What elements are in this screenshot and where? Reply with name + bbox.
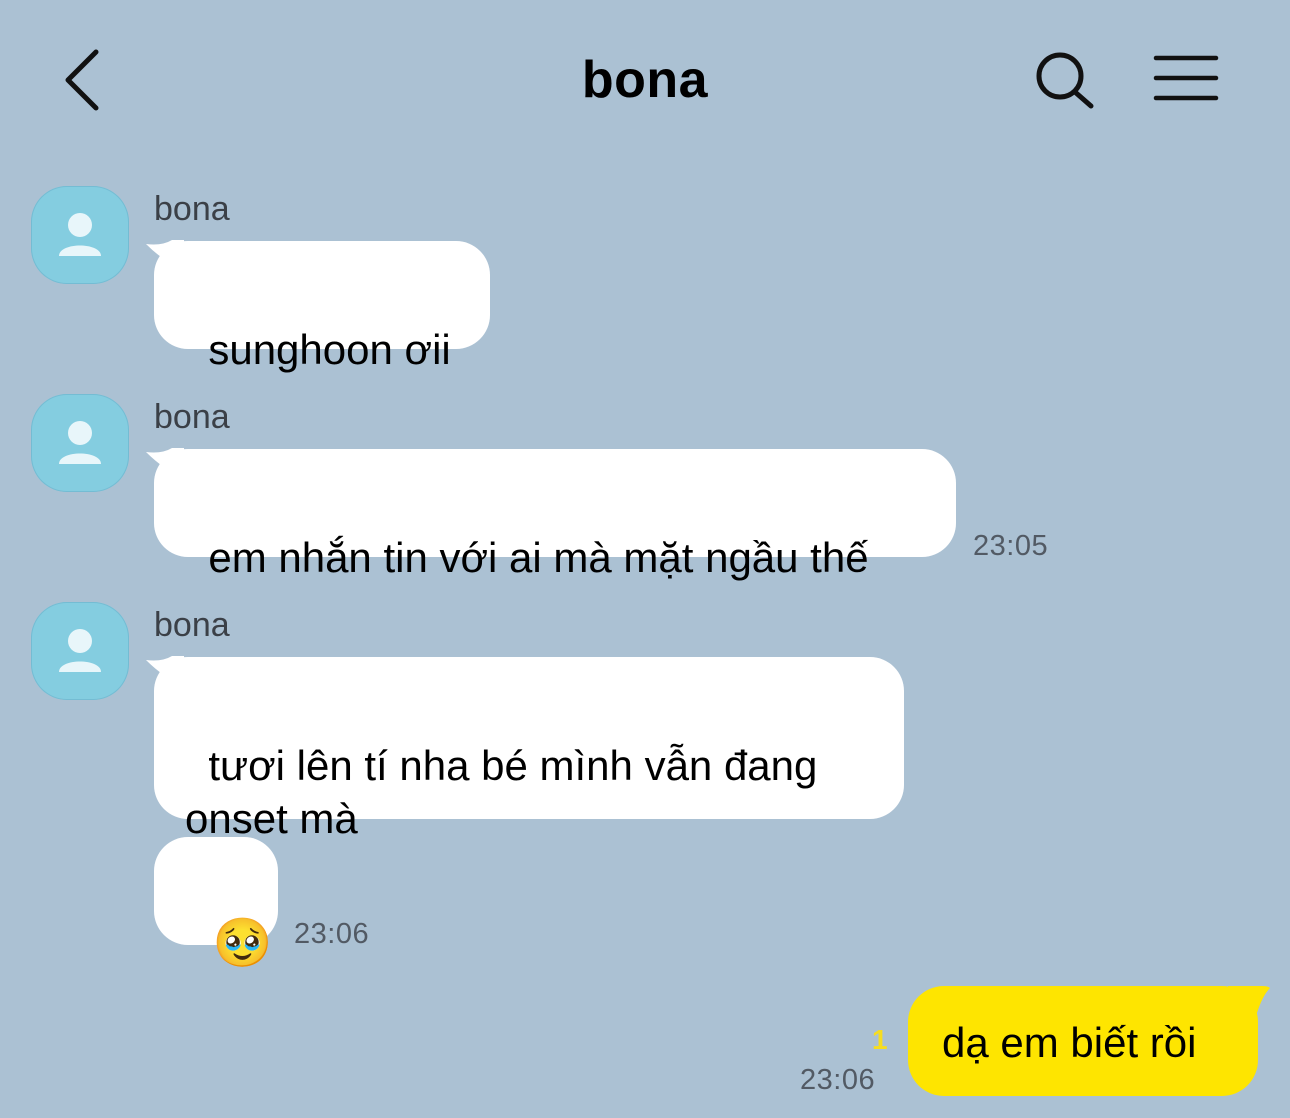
message-time: 23:06	[800, 1064, 876, 1096]
message-bubble[interactable]: tươi lên tí nha bé mình vẫn đang onset m…	[154, 657, 904, 842]
pleading-face-emoji: 🥹	[212, 917, 273, 970]
message-text: em nhắn tin với ai mà mặt ngầu thế	[208, 534, 869, 581]
user-silhouette-icon	[59, 629, 101, 672]
message-text: dạ em biết rồi	[942, 1019, 1197, 1066]
menu-button[interactable]	[1148, 50, 1224, 110]
message-time: 23:05	[973, 530, 1049, 562]
my-message-bubble[interactable]: dạ em biết rồi	[908, 986, 1258, 1096]
emoji-bubble[interactable]: 🥹	[154, 837, 278, 970]
sender-name: bona	[154, 606, 230, 644]
message-text: tươi lên tí nha bé mình vẫn đang onset m…	[185, 742, 818, 842]
message-bubble[interactable]: sunghoon ơii	[154, 241, 490, 373]
message-text: sunghoon ơii	[208, 326, 451, 373]
hamburger-menu-icon	[1153, 55, 1219, 101]
search-button[interactable]	[1030, 48, 1100, 118]
unread-count: 1	[872, 1024, 888, 1055]
avatar[interactable]	[31, 602, 129, 700]
user-silhouette-icon	[59, 213, 101, 256]
sender-name: bona	[154, 398, 230, 436]
sender-name: bona	[154, 190, 230, 228]
message-time: 23:06	[294, 918, 370, 950]
user-silhouette-icon	[59, 421, 101, 464]
chat-header: bona	[0, 0, 1290, 160]
avatar[interactable]	[31, 394, 129, 492]
message-bubble[interactable]: em nhắn tin với ai mà mặt ngầu thế	[154, 449, 956, 581]
avatar[interactable]	[31, 186, 129, 284]
search-icon	[1036, 52, 1094, 109]
